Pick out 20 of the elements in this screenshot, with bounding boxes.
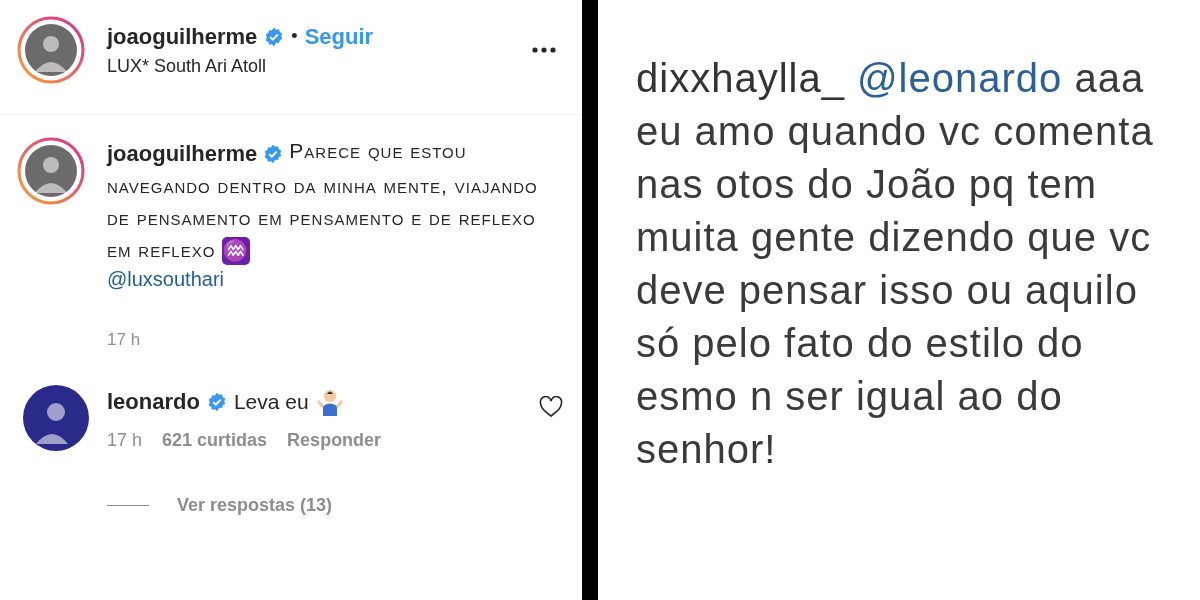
more-options-icon[interactable] <box>532 47 556 53</box>
comment-text: Leva eu <box>233 390 309 414</box>
location-label[interactable]: LUX* South Ari Atoll <box>107 55 510 77</box>
avatar[interactable] <box>22 384 90 452</box>
heart-icon[interactable] <box>539 396 563 418</box>
caption-text: joaoguilherme Parece que estou navegando dentro da minha mente, viajando de pensamento em pensamento e de reflexo em reflexo ♒ <box>107 137 539 266</box>
aquarius-symbol: ♒ <box>222 237 251 266</box>
username[interactable]: leonardo <box>107 389 200 415</box>
mention-link[interactable]: @leonardo <box>857 56 1063 100</box>
shrug-icon <box>315 388 344 416</box>
mention-link[interactable]: @luxsouthari <box>107 266 557 292</box>
username[interactable]: dixxhaylla_ <box>636 56 845 100</box>
timestamp: 17 h <box>107 430 143 451</box>
timestamp: 17 h <box>107 330 141 350</box>
username[interactable]: joaoguilherme <box>107 23 258 50</box>
avatar[interactable] <box>17 137 85 205</box>
avatar[interactable] <box>17 16 85 84</box>
separator-dot: • <box>291 26 298 47</box>
comment-text: dixxhaylla_ @leonardo aaa eu amo quando vc comenta nas otos do João pq tem muita gente dizendo que vc deve pensar isso ou aquilo só pelo fato do estilo do esmo n ser igual ao do senhor! <box>636 55 1155 473</box>
username[interactable]: joaoguilherme <box>107 138 258 170</box>
